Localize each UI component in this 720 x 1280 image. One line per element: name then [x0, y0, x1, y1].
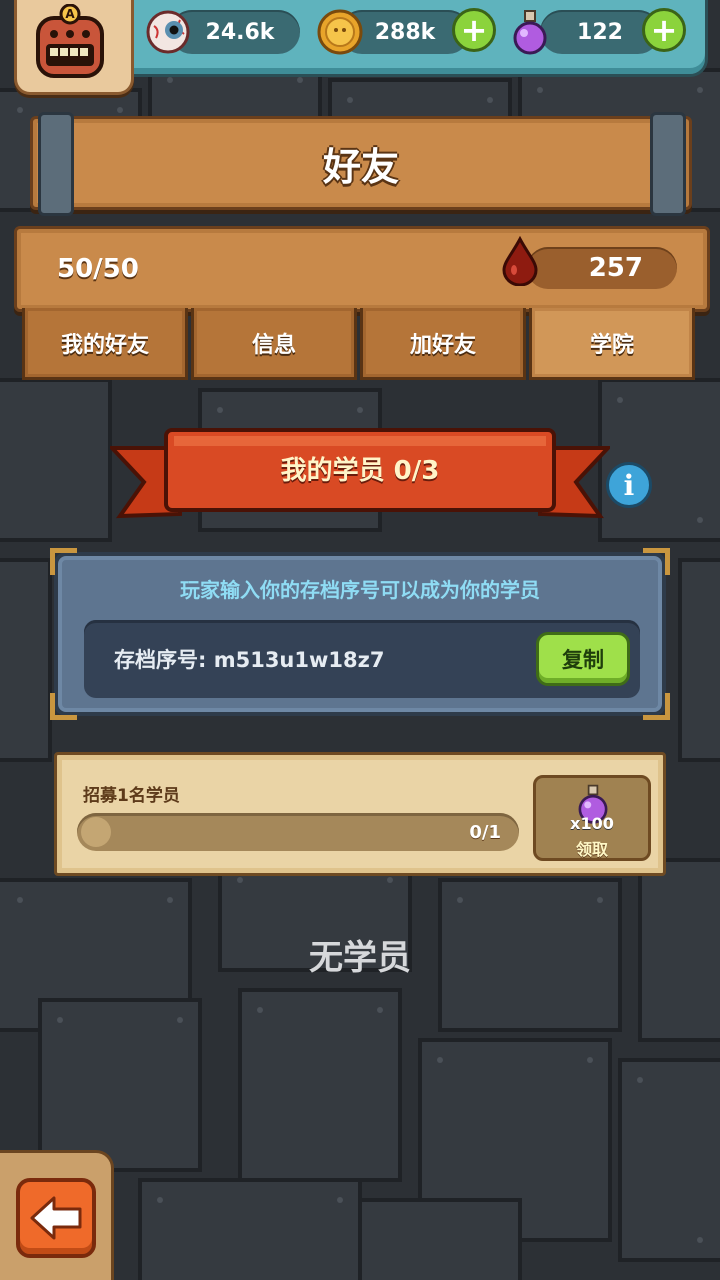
invite-panel: 玩家输入你的存档序号可以成为你的学员 存档序号: m513u1w18z7 复制 [50, 548, 670, 720]
panel-corner [643, 548, 670, 575]
blood-counter: 257 [527, 247, 677, 289]
right-strap [650, 112, 686, 216]
blood-count-value: 257 [588, 253, 643, 283]
add-coins-button[interactable]: + [452, 8, 496, 52]
potion-count-value: 122 [577, 19, 623, 45]
save-code-box: 存档序号: m513u1w18z7 复制 [84, 620, 640, 698]
tab-bar: 我的好友 信息 加好友 学院 [22, 308, 698, 380]
blood-drop-icon [502, 236, 538, 286]
page-title: 好友 [322, 144, 399, 189]
tab-add-friend[interactable]: 加好友 [360, 308, 526, 380]
back-arrow-icon [30, 1196, 82, 1240]
left-strap [38, 112, 74, 216]
task-label: 招募1名学员 [83, 786, 180, 806]
coin-count-value: 288k [374, 19, 436, 45]
title-plank: 好友 [30, 116, 692, 210]
task-progress-bar: 0/1 [77, 813, 519, 851]
task-progress-fill [81, 817, 111, 847]
empty-students-text: 无学员 [309, 938, 411, 978]
back-button[interactable] [16, 1178, 96, 1258]
info-icon: i [623, 468, 635, 502]
friends-count: 50/50 [57, 254, 139, 284]
add-potions-button[interactable]: + [642, 8, 686, 52]
tab-messages[interactable]: 信息 [191, 308, 357, 380]
copy-button[interactable]: 复制 [536, 632, 630, 686]
panel-corner [643, 693, 670, 720]
claim-label: 领取 [575, 840, 608, 859]
avatar[interactable]: A [32, 4, 108, 80]
avatar-letter: A [65, 7, 75, 21]
potion-icon [513, 10, 547, 55]
tab-my-friends[interactable]: 我的好友 [22, 308, 188, 380]
coin-icon [317, 9, 363, 55]
eyeball-icon [146, 10, 190, 54]
claim-reward-button[interactable]: x100 领取 [533, 775, 651, 861]
panel-corner [50, 548, 77, 575]
reward-quantity: x100 [570, 814, 614, 833]
recruit-task-card: 招募1名学员 0/1 x100 领取 [54, 752, 666, 876]
stats-plank: 50/50 257 [14, 226, 710, 312]
save-code-text: 存档序号: m513u1w18z7 [114, 648, 385, 672]
panel-corner [50, 693, 77, 720]
tab-academy[interactable]: 学院 [529, 308, 695, 380]
eye-count-value: 24.6k [205, 19, 275, 45]
students-banner-text: 我的学员 0/3 [280, 455, 440, 486]
task-progress-text: 0/1 [469, 821, 501, 843]
invite-hint: 玩家输入你的存档序号可以成为你的学员 [180, 578, 540, 602]
info-button[interactable]: i [606, 462, 652, 508]
